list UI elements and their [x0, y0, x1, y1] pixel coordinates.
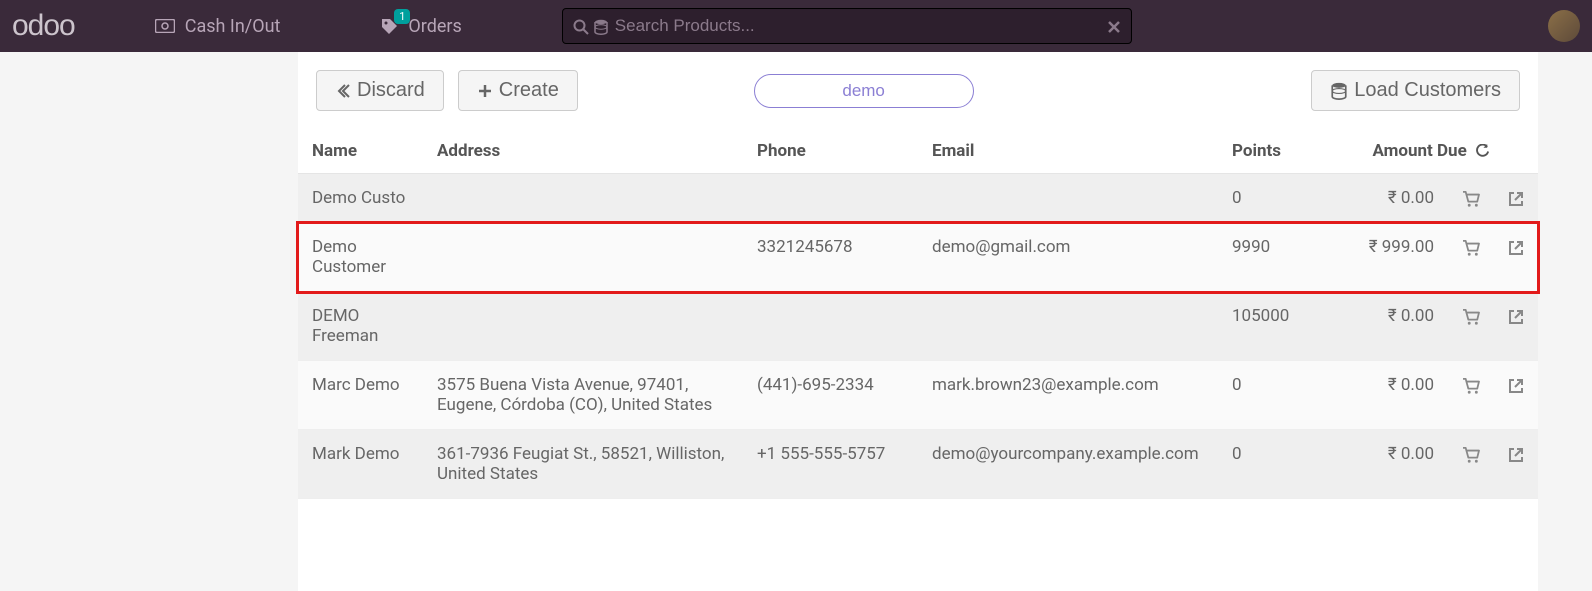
orders-badge: 1 [394, 9, 410, 24]
cell-name: Mark Demo [298, 430, 423, 499]
cell-points: 0 [1218, 361, 1308, 430]
header-address[interactable]: Address [423, 129, 743, 174]
cell-address: 3575 Buena Vista Avenue, 97401, Eugene, … [423, 361, 743, 430]
cell-amount: ₹ 0.00 [1308, 174, 1448, 223]
table-row[interactable]: Marc Demo3575 Buena Vista Avenue, 97401,… [298, 361, 1538, 430]
cell-amount: ₹ 0.00 [1308, 361, 1448, 430]
discard-button[interactable]: Discard [316, 70, 444, 111]
external-link-icon[interactable] [1508, 306, 1524, 326]
search-icon [573, 17, 589, 36]
clear-search-icon[interactable] [1107, 17, 1121, 36]
cart-icon[interactable] [1462, 188, 1480, 208]
external-link-icon[interactable] [1508, 375, 1524, 395]
cell-phone [743, 292, 918, 361]
cell-phone: (441)-695-2334 [743, 361, 918, 430]
top-navbar: odoo Cash In/Out 1 Orders [0, 0, 1592, 52]
cell-email: demo@yourcompany.example.com [918, 430, 1218, 499]
cell-points: 0 [1218, 430, 1308, 499]
cell-points: 9990 [1218, 223, 1308, 292]
user-avatar[interactable] [1548, 10, 1580, 42]
header-external [1494, 129, 1538, 174]
cart-icon[interactable] [1462, 237, 1480, 257]
cell-amount: ₹ 0.00 [1308, 292, 1448, 361]
cell-email: mark.brown23@example.com [918, 361, 1218, 430]
refresh-icon[interactable] [1475, 141, 1490, 161]
database-icon [1330, 79, 1348, 102]
orders-label: Orders [408, 16, 461, 37]
external-link-icon[interactable] [1508, 444, 1524, 464]
cell-name: Demo Customer [298, 223, 423, 292]
table-row[interactable]: Demo Custo 0₹ 0.00 [298, 174, 1538, 223]
cell-email [918, 174, 1218, 223]
customer-search-input[interactable] [754, 74, 974, 108]
create-button[interactable]: Create [458, 70, 578, 111]
load-label: Load Customers [1354, 79, 1501, 102]
external-link-icon[interactable] [1508, 188, 1524, 208]
cell-amount: ₹ 999.00 [1308, 223, 1448, 292]
cell-email [918, 292, 1218, 361]
cell-phone: +1 555-555-5757 [743, 430, 918, 499]
cell-points: 0 [1218, 174, 1308, 223]
cart-icon[interactable] [1462, 444, 1480, 464]
cell-phone [743, 174, 918, 223]
cell-amount: ₹ 0.00 [1308, 430, 1448, 499]
discard-label: Discard [357, 79, 425, 102]
cell-name: Demo Custo [298, 174, 423, 223]
cell-phone: 3321245678 [743, 223, 918, 292]
cell-email: demo@gmail.com [918, 223, 1218, 292]
cash-label: Cash In/Out [185, 16, 281, 37]
database-icon [593, 17, 609, 36]
product-search-input[interactable] [615, 16, 1107, 36]
product-search[interactable] [562, 8, 1132, 44]
toolbar: Discard Create Load Customers [298, 52, 1538, 129]
cell-name: DEMO Freeman [298, 292, 423, 361]
logo: odoo [12, 9, 75, 43]
customer-table: Name Address Phone Email Points Amount D… [298, 129, 1538, 499]
cell-address: 361-7936 Feugiat St., 58521, Williston, … [423, 430, 743, 499]
create-label: Create [499, 79, 559, 102]
tag-icon: 1 [380, 17, 398, 35]
cell-name: Marc Demo [298, 361, 423, 430]
cart-icon[interactable] [1462, 375, 1480, 395]
cash-in-out-button[interactable]: Cash In/Out [155, 16, 281, 37]
cell-address [423, 174, 743, 223]
load-customers-button[interactable]: Load Customers [1311, 70, 1520, 111]
header-phone[interactable]: Phone [743, 129, 918, 174]
header-amount-due[interactable]: Amount Due [1308, 129, 1494, 174]
orders-button[interactable]: 1 Orders [380, 16, 461, 37]
header-email[interactable]: Email [918, 129, 1218, 174]
cell-points: 105000 [1218, 292, 1308, 361]
table-row[interactable]: DEMO Freeman 105000₹ 0.00 [298, 292, 1538, 361]
table-row[interactable]: Mark Demo361-7936 Feugiat St., 58521, Wi… [298, 430, 1538, 499]
cell-address [423, 292, 743, 361]
header-points[interactable]: Points [1218, 129, 1308, 174]
cart-icon[interactable] [1462, 306, 1480, 326]
external-link-icon[interactable] [1508, 237, 1524, 257]
customer-panel: Discard Create Load Customers Name Ad [298, 52, 1538, 591]
chevron-left-icon [335, 79, 351, 102]
cash-icon [155, 19, 175, 33]
cell-address [423, 223, 743, 292]
plus-icon [477, 79, 493, 102]
table-row[interactable]: Demo Customer 3321245678demo@gmail.com999… [298, 223, 1538, 292]
header-name[interactable]: Name [298, 129, 423, 174]
